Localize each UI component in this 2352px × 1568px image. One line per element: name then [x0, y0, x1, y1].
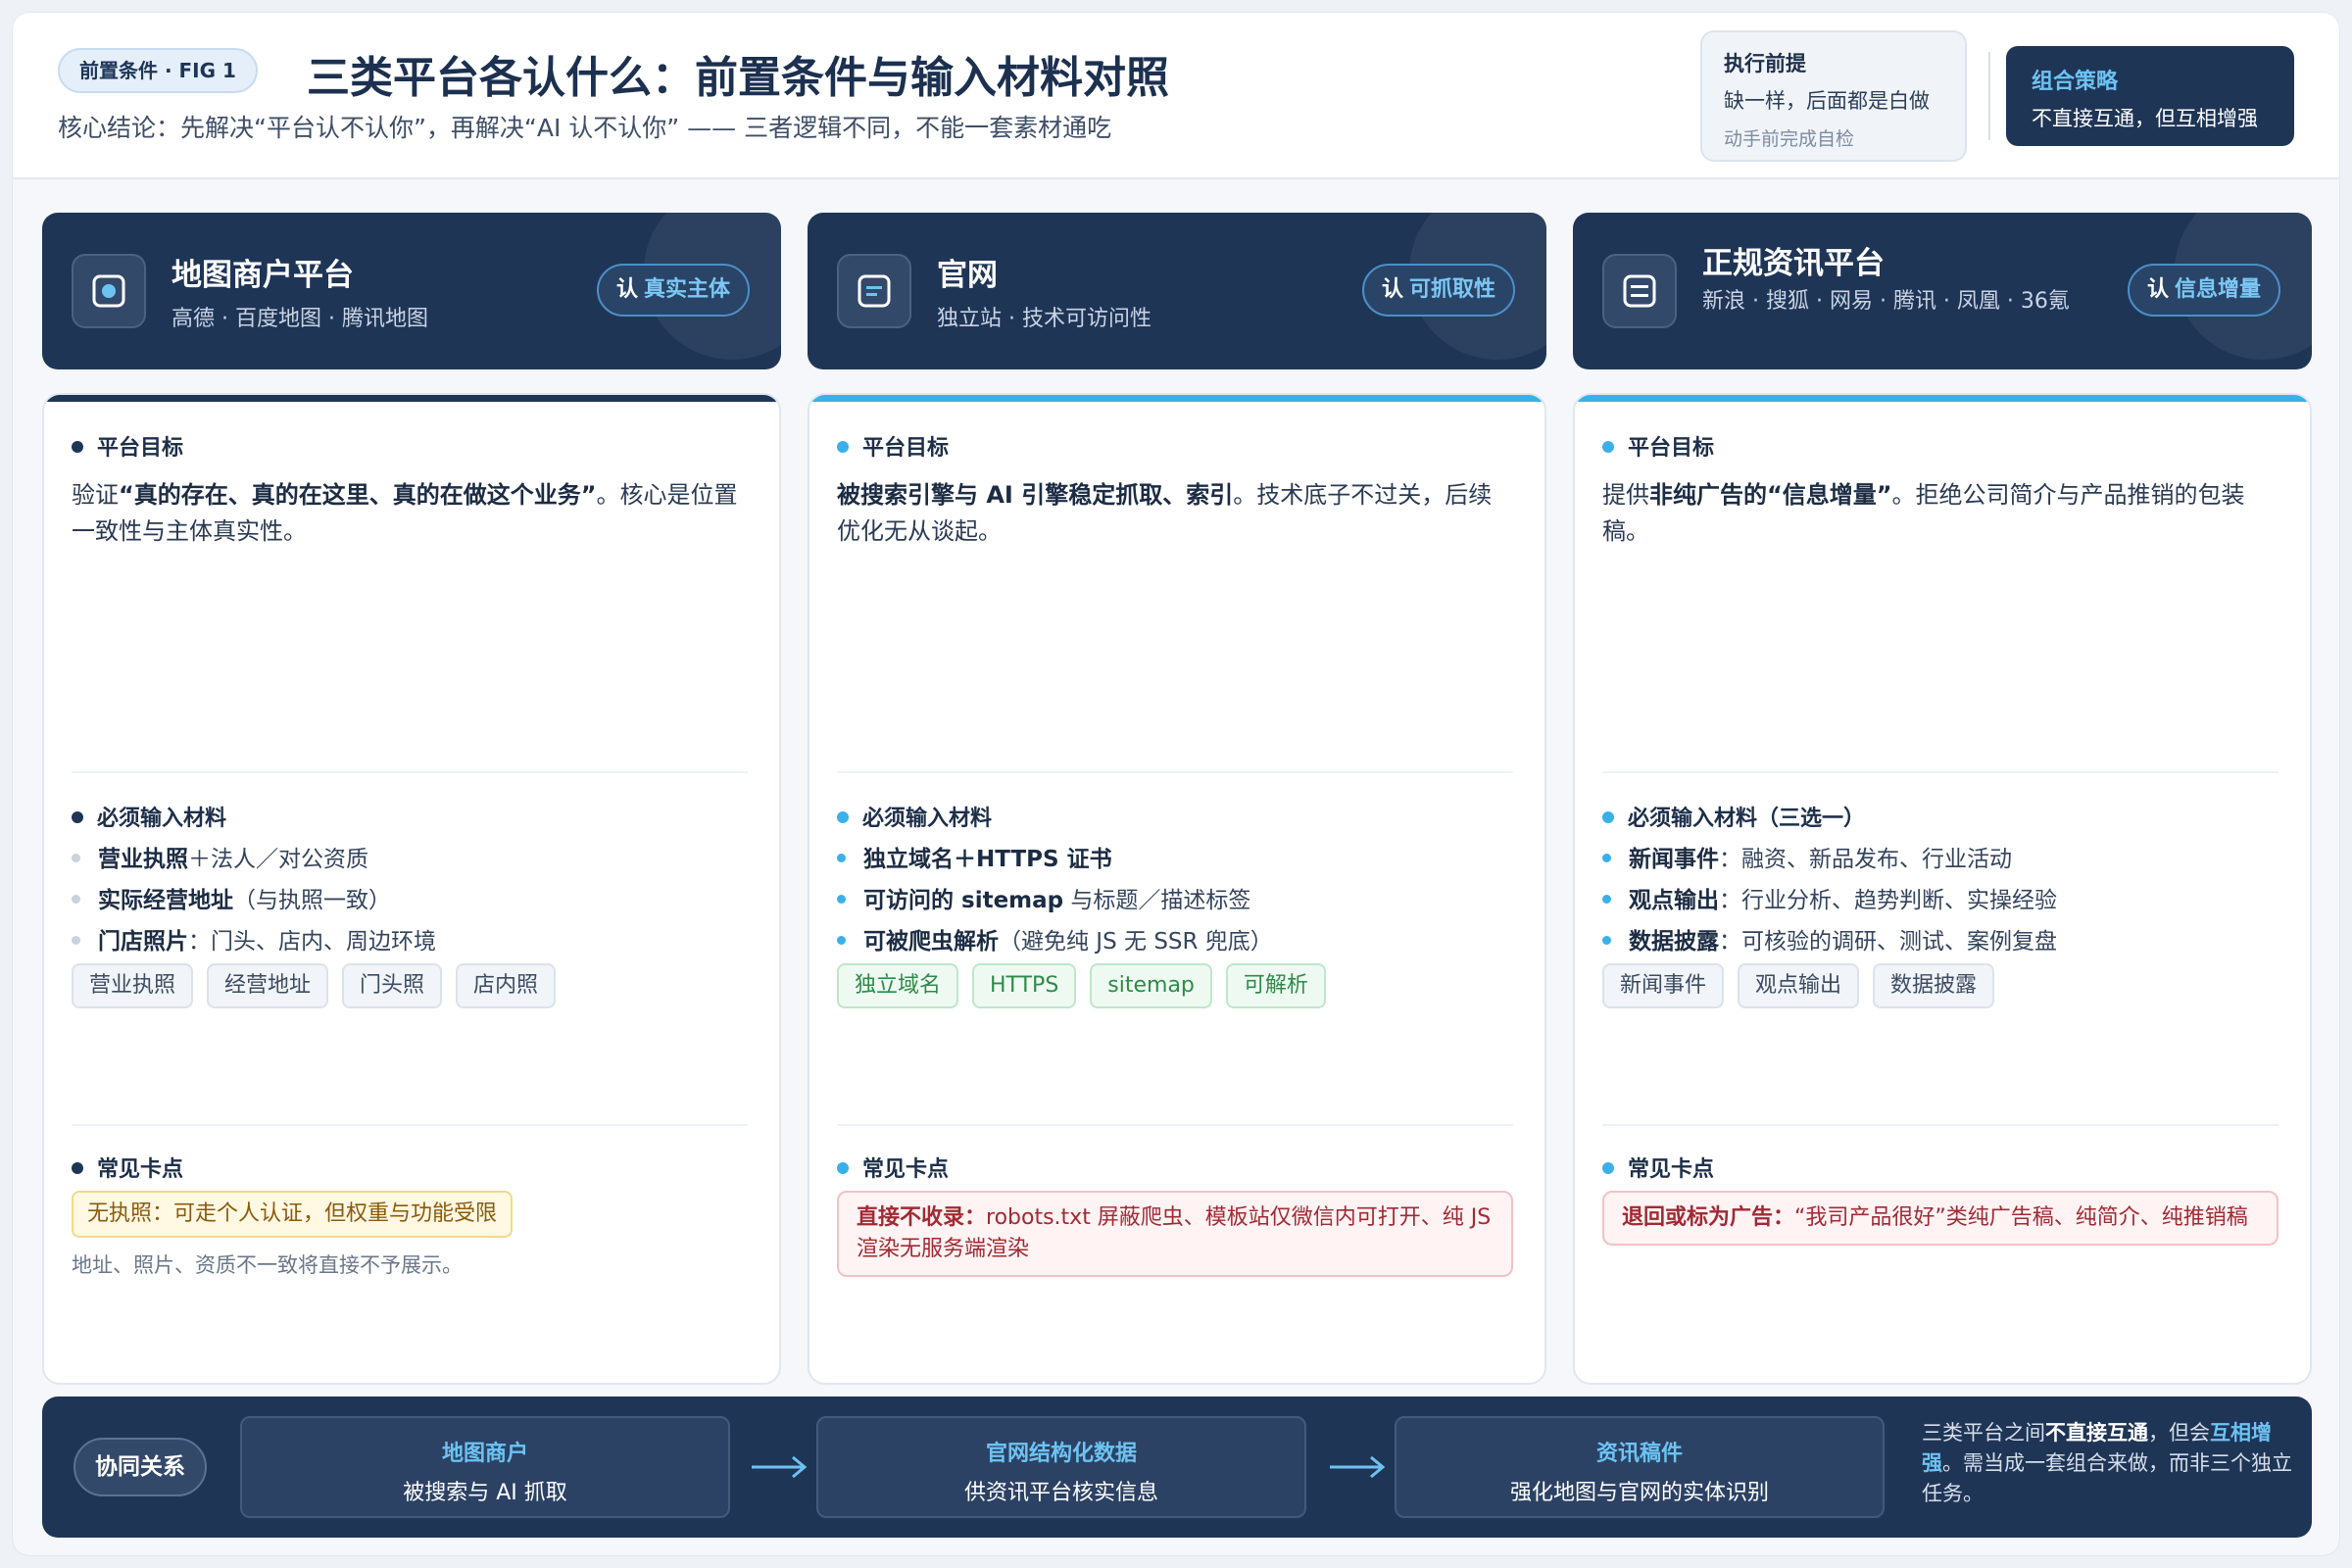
arrow-right-icon	[1330, 1455, 1386, 1479]
fig-badge: 前置条件 · FIG 1	[58, 48, 258, 93]
tag: 门头照	[342, 963, 443, 1008]
tag: 数据披露	[1873, 963, 1995, 1008]
section-divider	[1602, 1124, 2278, 1126]
location-target-icon	[72, 254, 146, 328]
section-divider	[1602, 771, 2278, 773]
column-header-news: 正规资讯平台 新浪 · 搜狐 · 网易 · 腾讯 · 凤凰 · 36氪 认信息增…	[1573, 213, 2312, 369]
pill-key: 认	[615, 277, 638, 302]
material-item: 可被爬虫解析（避免纯 JS 无 SSR 兜底）	[837, 922, 1273, 956]
material-tags: 新闻事件 观点输出 数据披露	[1602, 963, 1995, 1008]
pill-value: 真实主体	[643, 277, 730, 302]
issue-note: 地址、照片、资质不一致将直接不予展示。	[72, 1253, 463, 1277]
material-item: 观点输出：行业分析、趋势判断、实操经验	[1602, 881, 2057, 914]
material-item: 数据披露：可核验的调研、测试、案例复盘	[1602, 922, 2057, 956]
page: 前置条件 · FIG 1 三类平台各认什么：前置条件与输入材料对照 核心结论：先…	[12, 12, 2340, 1556]
column-title: 正规资讯平台	[1702, 246, 1885, 281]
pill-key: 认	[1381, 277, 1403, 302]
goal-section-title: 平台目标	[837, 430, 949, 462]
pill-value: 信息增量	[2174, 277, 2261, 302]
section-divider	[72, 1124, 748, 1126]
issue-warning: 退回或标为广告：“我司产品很好”类纯广告稿、纯简介、纯推销稿	[1602, 1191, 2278, 1246]
column-header-website: 官网 独立站 · 技术可访问性 认可抓取性	[808, 213, 1546, 369]
combo-strategy-box: 组合策略 不直接互通，但互相增强	[2006, 46, 2294, 146]
column-header-map: 地图商户平台 高德 · 百度地图 · 腾讯地图 认真实主体	[42, 213, 781, 369]
section-divider	[837, 1124, 1513, 1126]
column-title: 地图商户平台	[172, 258, 354, 293]
card-website: 平台目标 被搜索引擎与 AI 引擎稳定抓取、索引。技术底子不过关，后续优化无从谈…	[808, 393, 1546, 1385]
synergy-note: 三类平台之间不直接互通，但会互相增强。需当成一套组合来做，而非三个独立任务。	[1922, 1421, 2292, 1505]
tag: 观点输出	[1738, 963, 1860, 1008]
goal-text: 被搜索引擎与 AI 引擎稳定抓取、索引。技术底子不过关，后续优化无从谈起。	[837, 481, 1493, 545]
step-title: 官网结构化数据	[985, 1442, 1137, 1466]
execution-premise-box: 执行前提 缺一样，后面都是白做 动手前完成自检	[1700, 30, 1967, 162]
tag: 可解析	[1225, 963, 1326, 1008]
recognize-pill: 认信息增量	[2127, 264, 2280, 317]
recognize-pill: 认可抓取性	[1361, 264, 1515, 317]
material-tags: 营业执照 经营地址 门头照 店内照	[72, 963, 557, 1008]
synergy-step: 官网结构化数据 供资讯平台核实信息	[816, 1416, 1306, 1518]
pill-value: 可抓取性	[1408, 277, 1495, 302]
issues-section-title: 常见卡点	[1602, 1152, 1714, 1183]
material-item: 新闻事件：融资、新品发布、行业活动	[1602, 840, 2012, 873]
column-title: 官网	[937, 258, 998, 293]
issue-warning: 直接不收录：robots.txt 屏蔽爬虫、模板站仅微信内可打开、纯 JS 渲染…	[837, 1191, 1513, 1277]
materials-section-title: 必须输入材料（三选一）	[1602, 801, 1865, 832]
synergy-step: 地图商户 被搜索与 AI 抓取	[240, 1416, 730, 1518]
recognize-pill: 认真实主体	[596, 264, 750, 317]
synergy-footer: 协同关系 地图商户 被搜索与 AI 抓取 官网结构化数据 供资讯平台核实信息 资…	[42, 1396, 2312, 1538]
tag: 新闻事件	[1602, 963, 1725, 1008]
combo-strategy-line: 不直接互通，但互相增强	[2032, 107, 2258, 130]
webpage-icon	[837, 254, 911, 328]
step-desc: 强化地图与官网的实体识别	[1509, 1481, 1769, 1505]
card-news-platform: 平台目标 提供非纯广告的“信息增量”。拒绝公司简介与产品推销的包装稿。 必须输入…	[1573, 393, 2312, 1385]
goal-section-title: 平台目标	[72, 430, 183, 462]
header-divider	[1988, 52, 1990, 140]
card-accent-bar	[809, 395, 1544, 402]
step-title: 资讯稿件	[1595, 1442, 1683, 1466]
execution-premise-title: 执行前提	[1724, 52, 1806, 75]
page-subtitle: 核心结论：先解决“平台认不认你”，再解决“AI 认不认你” —— 三者逻辑不同，…	[58, 114, 1112, 142]
tag: HTTPS	[972, 963, 1077, 1008]
material-item: 可访问的 sitemap 与标题／描述标签	[837, 881, 1250, 914]
synergy-step: 资讯稿件 强化地图与官网的实体识别	[1395, 1416, 1885, 1518]
column-subtitle: 独立站 · 技术可访问性	[937, 307, 1152, 331]
section-divider	[72, 771, 748, 773]
material-tags: 独立域名 HTTPS sitemap 可解析	[837, 963, 1326, 1008]
tag: 独立域名	[837, 963, 959, 1008]
material-item: 营业执照＋法人／对公资质	[72, 840, 368, 873]
tag: sitemap	[1090, 963, 1212, 1008]
tag: 经营地址	[207, 963, 329, 1008]
step-title: 地图商户	[441, 1442, 528, 1466]
card-accent-bar	[44, 395, 779, 402]
issues-section-title: 常见卡点	[72, 1152, 183, 1183]
goal-text: 提供非纯广告的“信息增量”。拒绝公司简介与产品推销的包装稿。	[1602, 481, 2245, 545]
arrow-right-icon	[752, 1455, 808, 1479]
material-item: 独立域名＋HTTPS 证书	[837, 840, 1112, 873]
synergy-badge: 协同关系	[74, 1438, 207, 1496]
materials-section-title: 必须输入材料	[837, 801, 992, 832]
card-accent-bar	[1575, 395, 2310, 402]
material-item: 门店照片：门头、店内、周边环境	[72, 922, 436, 956]
issue-warning: 无执照：可走个人认证，但权重与功能受限	[72, 1191, 514, 1238]
execution-premise-line: 缺一样，后面都是白做	[1724, 89, 1930, 113]
goal-text: 验证“真的存在、真的在这里、真的在做这个业务”。核心是位置一致性与主体真实性。	[72, 481, 738, 545]
header: 前置条件 · FIG 1 三类平台各认什么：前置条件与输入材料对照 核心结论：先…	[13, 13, 2339, 179]
step-desc: 被搜索与 AI 抓取	[403, 1481, 567, 1505]
pill-key: 认	[2146, 277, 2169, 302]
article-icon	[1602, 254, 1677, 328]
materials-section-title: 必须输入材料	[72, 801, 226, 832]
page-title: 三类平台各认什么：前置条件与输入材料对照	[307, 53, 1169, 103]
column-subtitle: 高德 · 百度地图 · 腾讯地图	[172, 307, 428, 331]
goal-section-title: 平台目标	[1602, 430, 1714, 462]
tag: 营业执照	[72, 963, 194, 1008]
card-map-merchant: 平台目标 验证“真的存在、真的在这里、真的在做这个业务”。核心是位置一致性与主体…	[42, 393, 781, 1385]
step-desc: 供资讯平台核实信息	[963, 1481, 1158, 1505]
execution-premise-note: 动手前完成自检	[1724, 128, 1855, 150]
material-item: 实际经营地址（与执照一致）	[72, 881, 391, 914]
section-divider	[837, 771, 1513, 773]
tag: 店内照	[456, 963, 557, 1008]
issues-section-title: 常见卡点	[837, 1152, 949, 1183]
column-subtitle: 新浪 · 搜狐 · 网易 · 腾讯 · 凤凰 · 36氪	[1702, 289, 2070, 314]
combo-strategy-title: 组合策略	[2032, 70, 2119, 94]
